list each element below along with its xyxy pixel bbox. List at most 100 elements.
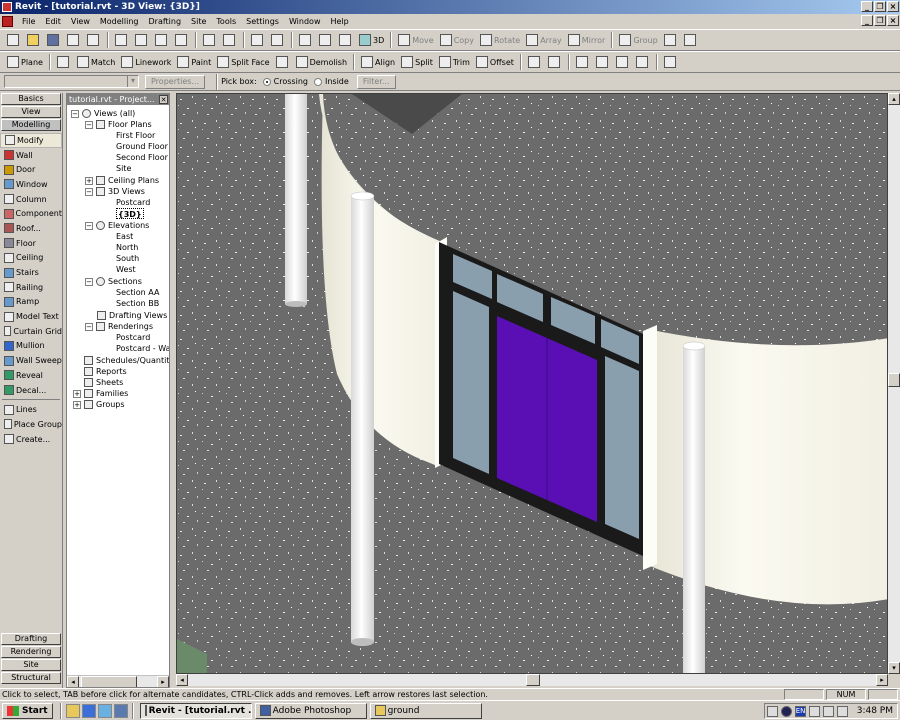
- design-item-model-text[interactable]: Model Text: [0, 309, 62, 324]
- quicklaunch-explorer-icon[interactable]: [65, 703, 80, 718]
- collapse-icon[interactable]: −: [85, 277, 93, 286]
- design-item-railing[interactable]: Railing: [0, 280, 62, 295]
- tree-renderings[interactable]: − Renderings: [85, 321, 153, 332]
- tab-structural[interactable]: Structural: [1, 672, 61, 684]
- menu-modelling[interactable]: Modelling: [95, 17, 144, 26]
- properties-button[interactable]: Properties...: [145, 74, 206, 89]
- tree-site[interactable]: Site: [116, 163, 131, 174]
- design-item-reveal[interactable]: Reveal: [0, 368, 62, 383]
- quicklaunch-desktop-icon[interactable]: [113, 703, 128, 718]
- split-button[interactable]: Split: [398, 53, 436, 71]
- tab-site[interactable]: Site: [1, 659, 61, 671]
- view-3d-button[interactable]: 3D: [356, 31, 387, 49]
- tree-elevations[interactable]: − Elevations: [85, 220, 149, 231]
- close-browser-button[interactable]: ✕: [159, 95, 168, 104]
- tray-language-icon[interactable]: EN: [794, 705, 806, 717]
- document-icon[interactable]: [2, 16, 13, 27]
- horizontal-scrollbar[interactable]: ◂ ▸: [176, 674, 888, 686]
- tree-section-bb[interactable]: Section BB: [116, 298, 159, 309]
- tab-basics[interactable]: Basics: [1, 93, 61, 105]
- demolish-button[interactable]: Demolish: [293, 53, 350, 71]
- quicklaunch-outlook-icon[interactable]: [97, 703, 112, 718]
- menu-edit[interactable]: Edit: [40, 17, 66, 26]
- mirror-button[interactable]: Mirror: [565, 31, 609, 49]
- expand-icon[interactable]: +: [73, 400, 81, 409]
- paste-button[interactable]: [152, 31, 172, 49]
- vertical-scroll-thumb[interactable]: [888, 373, 900, 387]
- design-item-floor[interactable]: Floor: [0, 236, 62, 251]
- plane-button[interactable]: Plane: [4, 53, 46, 71]
- design-item-place-group[interactable]: Place Group: [0, 417, 62, 432]
- array-button[interactable]: Array: [523, 31, 565, 49]
- tray-volume-icon[interactable]: [822, 705, 834, 717]
- menu-settings[interactable]: Settings: [241, 17, 284, 26]
- doc-restore-button[interactable]: ❐: [874, 15, 886, 26]
- save-as-button[interactable]: [64, 31, 84, 49]
- design-item-stairs[interactable]: Stairs: [0, 265, 62, 280]
- scroll-left-arrow-icon[interactable]: ◂: [176, 674, 188, 686]
- design-item-door[interactable]: Door: [0, 162, 62, 177]
- design-item-component[interactable]: Component: [0, 206, 62, 221]
- tray-pen-icon[interactable]: [766, 705, 778, 717]
- scroll-up-arrow-icon[interactable]: ▴: [888, 93, 900, 105]
- menu-tools[interactable]: Tools: [211, 17, 241, 26]
- open-button[interactable]: [24, 31, 44, 49]
- paint-button[interactable]: Paint: [174, 53, 214, 71]
- scroll-right-arrow-icon[interactable]: ▸: [876, 674, 888, 686]
- tree-sheets[interactable]: Sheets: [84, 377, 123, 388]
- measure-button[interactable]: [54, 53, 74, 71]
- design-item-create[interactable]: Create...: [0, 432, 62, 447]
- tree-render-postcard-wall[interactable]: Postcard - Wall: [116, 343, 169, 354]
- tree-east[interactable]: East: [116, 231, 133, 242]
- task-photoshop[interactable]: Adobe Photoshop: [254, 702, 367, 719]
- design-item-wall-sweep[interactable]: Wall Sweep: [0, 353, 62, 368]
- trim-button[interactable]: Trim: [436, 53, 473, 71]
- tab-drafting[interactable]: Drafting: [1, 633, 61, 645]
- collapse-icon[interactable]: −: [85, 120, 93, 129]
- tab-rendering[interactable]: Rendering: [1, 646, 61, 658]
- copy-monitor-button[interactable]: [593, 53, 613, 71]
- tree-3d-active[interactable]: {3D}: [116, 208, 144, 219]
- save-button[interactable]: [44, 31, 64, 49]
- tree-section-aa[interactable]: Section AA: [116, 287, 159, 298]
- design-item-mullion[interactable]: Mullion: [0, 339, 62, 354]
- tree-first-floor[interactable]: First Floor: [116, 130, 155, 141]
- collapse-icon[interactable]: −: [85, 221, 93, 230]
- menu-window[interactable]: Window: [284, 17, 326, 26]
- tree-postcard[interactable]: Postcard: [116, 197, 150, 208]
- doc-minimize-button[interactable]: _: [861, 15, 873, 26]
- menu-help[interactable]: Help: [325, 17, 353, 26]
- tree-families[interactable]: + Families: [73, 388, 128, 399]
- collapse-icon[interactable]: −: [85, 187, 93, 196]
- scroll-left-arrow-icon[interactable]: ◂: [67, 676, 79, 687]
- design-item-curtain-grid[interactable]: Curtain Grid: [0, 324, 62, 339]
- tree-second-floor[interactable]: Second Floor: [116, 152, 168, 163]
- unpin-button[interactable]: [545, 53, 565, 71]
- scroll-down-arrow-icon[interactable]: ▾: [888, 662, 900, 674]
- expand-icon[interactable]: +: [85, 176, 93, 185]
- crossing-radio[interactable]: [262, 77, 271, 86]
- workset-button[interactable]: [661, 53, 681, 71]
- horizontal-scroll-thumb[interactable]: [526, 674, 540, 686]
- tree-north[interactable]: North: [116, 242, 138, 253]
- tree-south[interactable]: South: [116, 253, 139, 264]
- delete-button[interactable]: [172, 31, 192, 49]
- design-item-ramp[interactable]: Ramp: [0, 295, 62, 310]
- browser-horizontal-scrollbar[interactable]: ◂ ▸: [67, 675, 169, 687]
- hide-element-button[interactable]: [573, 53, 593, 71]
- split-face-button[interactable]: Split Face: [214, 53, 272, 71]
- start-button[interactable]: Start: [2, 702, 53, 719]
- design-item-window[interactable]: Window: [0, 177, 62, 192]
- windows-button[interactable]: [248, 31, 268, 49]
- tray-network-icon[interactable]: [808, 705, 820, 717]
- tree-views-all[interactable]: − Views (all): [71, 108, 135, 119]
- scroll-right-arrow-icon[interactable]: ▸: [157, 676, 169, 687]
- design-item-decal[interactable]: Decal...: [0, 383, 62, 398]
- copy-button[interactable]: Copy: [437, 31, 477, 49]
- tree-west[interactable]: West: [116, 264, 136, 275]
- task-ground[interactable]: ground: [369, 702, 482, 719]
- menu-view[interactable]: View: [66, 17, 95, 26]
- tray-globe-icon[interactable]: [780, 705, 792, 717]
- cut-geometry-button[interactable]: [613, 53, 633, 71]
- design-item-roof[interactable]: Roof...: [0, 221, 62, 236]
